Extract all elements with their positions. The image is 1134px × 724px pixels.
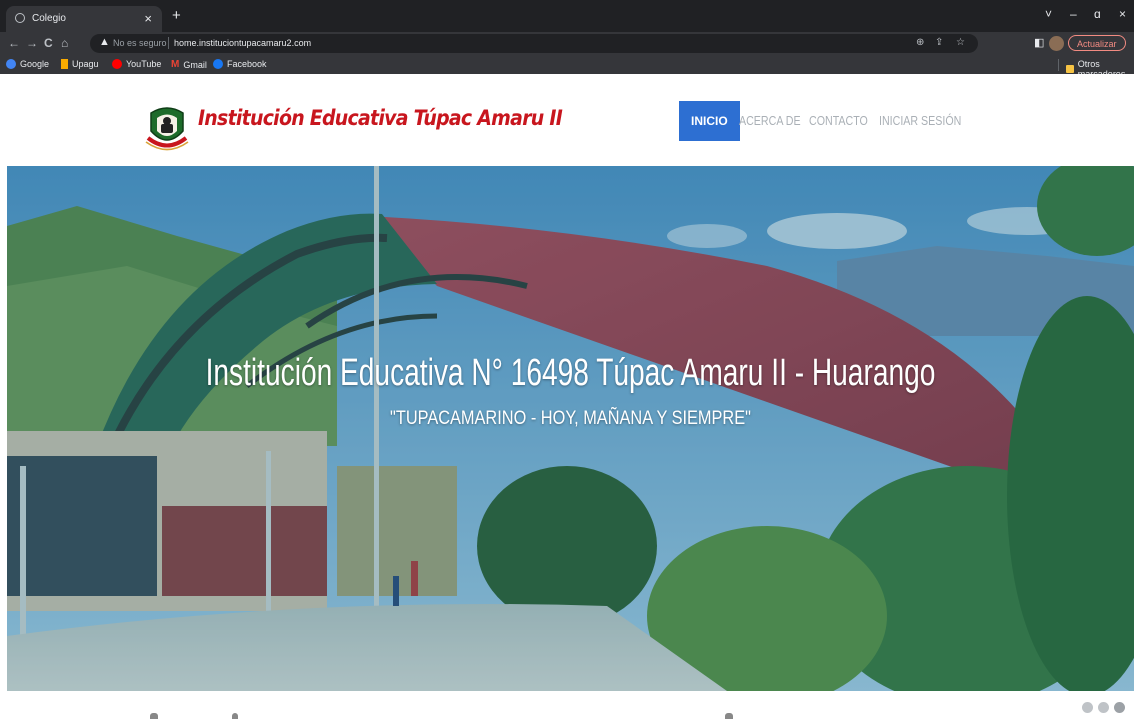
gmail-icon: M xyxy=(171,59,180,70)
warning-icon[interactable]: ▲ xyxy=(99,36,110,48)
hero-subtitle: "TUPACAMARINO - HOY, MAÑANA Y SIEMPRE" xyxy=(390,408,751,429)
window-close-icon[interactable]: × xyxy=(1119,7,1126,21)
zoom-icon[interactable]: ⊕ xyxy=(916,37,924,48)
bookmark-youtube[interactable]: YouTube xyxy=(112,59,161,69)
below-fold-content xyxy=(150,713,158,719)
bookmark-gmail[interactable]: M Gmail xyxy=(171,59,207,70)
facebook-icon xyxy=(213,59,223,69)
side-panel-icon[interactable]: ◧ xyxy=(1034,36,1044,49)
carousel-dot-1[interactable] xyxy=(1082,702,1093,713)
folder-icon xyxy=(1066,65,1074,73)
tab-close-icon[interactable]: × xyxy=(144,11,152,26)
google-icon xyxy=(6,59,16,69)
bookmark-upagu[interactable]: Upagu xyxy=(61,59,99,69)
bookmark-google[interactable]: Google xyxy=(6,59,49,69)
bookmark-label: Facebook xyxy=(227,59,267,69)
address-bar[interactable]: ▲ No es seguro home.instituciontupacamar… xyxy=(90,34,978,53)
nav-acerca-de[interactable]: ACERCA DE xyxy=(739,101,801,141)
update-button[interactable]: Actualizar xyxy=(1068,35,1126,51)
bookmark-label: Gmail xyxy=(183,59,207,70)
carousel-dot-2[interactable] xyxy=(1098,702,1109,713)
bookmark-label: YouTube xyxy=(126,59,162,69)
browser-toolbar: ← → C ⌂ ▲ No es seguro home.instituciont… xyxy=(0,32,1134,56)
upagu-icon xyxy=(61,59,68,69)
site-title[interactable]: Institución Educativa Túpac Amaru II xyxy=(198,106,563,130)
browser-tab[interactable]: Colegio × xyxy=(6,6,162,32)
below-fold-content xyxy=(232,713,238,719)
school-crest-logo[interactable] xyxy=(144,105,190,155)
back-icon[interactable]: ← xyxy=(8,36,20,50)
globe-icon xyxy=(15,13,25,23)
home-icon[interactable]: ⌂ xyxy=(61,36,68,50)
bookmarks-bar: Google Upagu YouTube M Gmail Facebook Ot… xyxy=(0,56,1134,79)
address-divider xyxy=(168,37,169,49)
carousel-indicators xyxy=(1082,702,1125,713)
bookmark-facebook[interactable]: Facebook xyxy=(213,59,267,69)
bookmark-label: Google xyxy=(20,59,50,69)
youtube-icon xyxy=(112,59,122,69)
browser-tabstrip: Colegio × + ˅ – ɑ × xyxy=(0,0,1134,32)
url-text[interactable]: home.instituciontupacamaru2.com xyxy=(174,38,311,48)
profile-avatar[interactable] xyxy=(1049,36,1064,51)
new-tab-icon[interactable]: + xyxy=(172,7,181,24)
tab-title: Colegio xyxy=(32,13,66,24)
nav-iniciar-sesion[interactable]: INICIAR SESIÓN xyxy=(879,101,961,141)
hero-title: Institución Educativa N° 16498 Túpac Ama… xyxy=(205,352,936,394)
restore-icon[interactable]: ɑ xyxy=(1094,7,1101,21)
bookmark-label: Upagu xyxy=(72,59,99,69)
carousel-dot-3[interactable] xyxy=(1114,702,1125,713)
minimize-icon[interactable]: – xyxy=(1070,7,1077,21)
bookmark-star-icon[interactable]: ☆ xyxy=(956,37,965,48)
below-fold-content xyxy=(725,713,733,719)
bookmarks-divider xyxy=(1058,59,1059,71)
forward-icon[interactable]: → xyxy=(26,36,38,50)
reload-icon[interactable]: C xyxy=(44,36,53,50)
nav-contacto[interactable]: CONTACTO xyxy=(809,101,868,141)
nav-inicio[interactable]: INICIO xyxy=(679,101,740,141)
security-label[interactable]: No es seguro xyxy=(113,38,167,48)
hero-slider: Institución Educativa N° 16498 Túpac Ama… xyxy=(7,166,1134,691)
share-icon[interactable]: ⇪ xyxy=(935,37,943,48)
tab-search-icon[interactable]: ˅ xyxy=(1045,7,1052,21)
